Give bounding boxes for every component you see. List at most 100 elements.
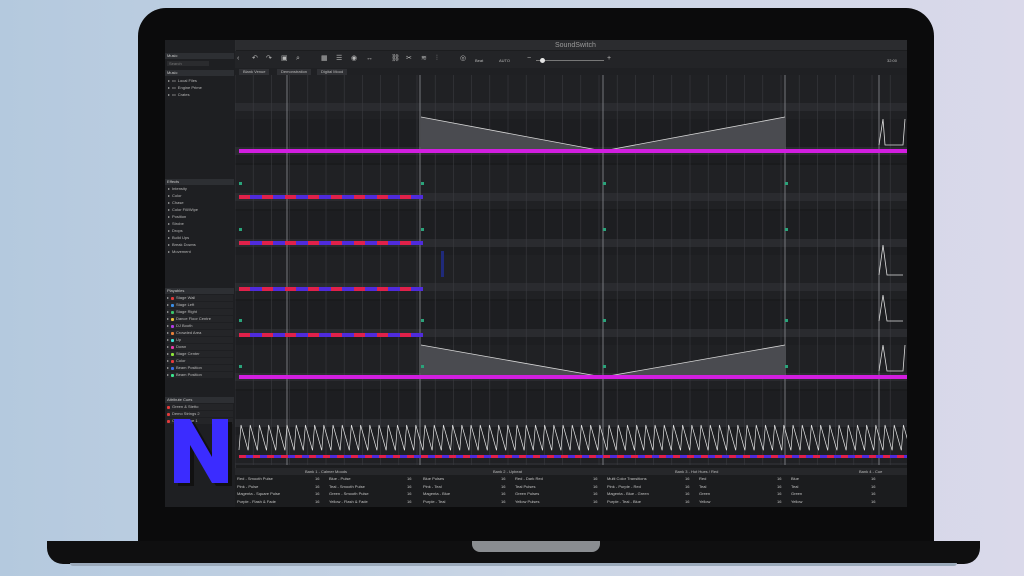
auto-label[interactable]: AUTO xyxy=(499,57,510,65)
cue-cell[interactable]: Red - Smooth Pulse xyxy=(237,476,273,482)
cue-cell[interactable]: Teal xyxy=(699,484,706,490)
cue-cell[interactable]: Yellow xyxy=(699,499,710,505)
cue-cell[interactable]: Purple - Teal xyxy=(423,499,445,505)
clip-segment xyxy=(498,455,505,458)
playable-item[interactable]: ▸ Stage Center xyxy=(167,351,233,357)
zoom-out-icon[interactable]: − xyxy=(527,55,531,63)
back-icon[interactable]: ‹ xyxy=(237,55,239,63)
effect-item[interactable]: ▸ Strobe xyxy=(168,221,184,227)
attribute-item[interactable]: Green & Stetto xyxy=(167,404,233,410)
music-item[interactable]: ▸ ▭ Crates xyxy=(168,92,190,98)
clip-segment xyxy=(659,455,666,458)
zoom-slider[interactable] xyxy=(536,60,604,61)
clip-segment xyxy=(285,287,296,291)
effect-item[interactable]: ▸ Break Downs xyxy=(168,242,196,248)
playable-item[interactable]: ▸ Beam Position xyxy=(167,365,233,371)
clip-segment xyxy=(862,455,869,458)
playable-item[interactable]: ▸ Stage Left xyxy=(167,302,233,308)
effect-item[interactable]: ▸ Drops xyxy=(168,228,183,234)
cue-cell[interactable]: Green Pulses xyxy=(515,491,539,497)
playable-item[interactable]: ▸ Stage Wall xyxy=(167,295,233,301)
clip-segment xyxy=(400,241,411,245)
search-icon[interactable]: ⌕ xyxy=(296,55,300,63)
search-input[interactable]: Search xyxy=(167,61,209,66)
clip-segment xyxy=(411,287,423,291)
cue-cell-number: 16 xyxy=(685,483,690,489)
beat-label[interactable]: Beat xyxy=(475,57,483,65)
cue-cell[interactable]: Teal Pulses xyxy=(515,484,535,490)
clip-segment xyxy=(239,455,246,458)
redo-icon[interactable]: ↷ xyxy=(266,55,272,63)
cue-cell[interactable]: Pink - Pulse xyxy=(237,484,258,490)
cue-cell[interactable]: Teal xyxy=(791,484,798,490)
cue-cell[interactable]: Yellow xyxy=(791,499,802,505)
clip-segment xyxy=(687,455,694,458)
clip-segment xyxy=(296,195,308,199)
cue-cell[interactable]: Magenta - Square Pulse xyxy=(237,491,280,497)
save-icon[interactable]: ▣ xyxy=(281,55,288,63)
effect-item[interactable]: ▸ Color xyxy=(168,193,182,199)
cue-cell-number: 16 xyxy=(777,498,782,504)
clip-segment xyxy=(365,195,377,199)
playable-item[interactable]: ▸ Dance Floor Centre xyxy=(167,316,233,322)
cue-cell[interactable]: Red - Dark Red xyxy=(515,476,543,482)
list-item-label: Stage Center xyxy=(176,351,200,356)
cue-cell[interactable]: Magenta - Blue - Green xyxy=(607,491,649,497)
cut-icon[interactable]: ✂ xyxy=(406,55,412,63)
effect-item[interactable]: ▸ Position xyxy=(168,214,186,220)
eye-icon[interactable]: ◎ xyxy=(460,55,466,63)
playable-item[interactable]: ▸ Up xyxy=(167,337,233,343)
effect-item[interactable]: ▸ Chase xyxy=(168,200,184,206)
cue-cell[interactable]: Purple - Flash & Fade xyxy=(237,499,276,505)
cue-cell[interactable]: Pink - Purple - Red xyxy=(607,484,641,490)
playable-item[interactable]: ▸ DJ Booth xyxy=(167,323,233,329)
link-icon[interactable]: ⛓ xyxy=(391,55,400,63)
effect-item[interactable]: ▸ Movement xyxy=(168,249,191,255)
timeline[interactable] xyxy=(235,75,907,465)
playable-item[interactable]: ▸ Crowded Area xyxy=(167,330,233,336)
music-item[interactable]: ▸ ▭ Engine Prime xyxy=(168,85,202,91)
cue-cell-number: 16 xyxy=(407,483,412,489)
cue-marker xyxy=(603,365,606,368)
clip-segment xyxy=(262,287,273,291)
resize-icon[interactable]: ↔ xyxy=(366,55,373,63)
cue-cell[interactable]: Magenta - Blue xyxy=(423,491,450,497)
effect-item[interactable]: ▸ Color Fill/Wipe xyxy=(168,207,198,213)
clip-segment xyxy=(414,455,421,458)
zoom-slider-knob[interactable] xyxy=(540,58,545,63)
effect-item[interactable]: ▸ Intensity xyxy=(168,186,187,192)
cue-cell[interactable]: Purple - Teal - Blue xyxy=(607,499,641,505)
cue-cell[interactable]: Blue Pulses xyxy=(423,476,444,482)
clip-segment xyxy=(377,287,388,291)
cue-cell[interactable]: Multi Color Transitions xyxy=(607,476,647,482)
effect-item[interactable]: ▸ Build Ups xyxy=(168,235,189,241)
color-wheel-icon[interactable]: ◉ xyxy=(351,55,357,63)
chevron-right-icon: ▸ xyxy=(167,295,170,300)
waveform-icon[interactable]: ≋ xyxy=(421,55,427,63)
clip-segment xyxy=(561,455,568,458)
cue-cell[interactable]: Teal - Smooth Pulse xyxy=(329,484,365,490)
clip-segment xyxy=(904,455,907,458)
cue-cell[interactable]: Blue - Pulse xyxy=(329,476,351,482)
music-item[interactable]: ▸ ▭ Local Files xyxy=(168,78,197,84)
playable-item[interactable]: ▸ Stage Right xyxy=(167,309,233,315)
zoom-in-icon[interactable]: + xyxy=(607,55,611,63)
cue-cell[interactable]: Green xyxy=(699,491,710,497)
playable-item[interactable]: ▸ Beam Position xyxy=(167,372,233,378)
cue-cell[interactable]: Green xyxy=(791,491,802,497)
grid-icon[interactable]: ▦ xyxy=(321,55,328,63)
cue-cell[interactable]: Yellow Pulses xyxy=(515,499,540,505)
layers-icon[interactable]: ☰ xyxy=(336,55,342,63)
cue-cell[interactable]: Blue xyxy=(791,476,799,482)
mixer-icon[interactable]: ⫶ xyxy=(436,55,438,63)
clip-segment xyxy=(610,455,617,458)
clip-segment xyxy=(379,455,386,458)
cue-cell[interactable]: Pink - Teal xyxy=(423,484,442,490)
undo-icon[interactable]: ↶ xyxy=(252,55,258,63)
playable-item[interactable]: ▸ Down xyxy=(167,344,233,350)
cue-cell[interactable]: Red xyxy=(699,476,706,482)
playable-item[interactable]: ▸ Color xyxy=(167,358,233,364)
clip-segment xyxy=(456,455,463,458)
cue-cell[interactable]: Green - Smooth Pulse xyxy=(329,491,369,497)
cue-cell[interactable]: Yellow - Flash & Fade xyxy=(329,499,368,505)
